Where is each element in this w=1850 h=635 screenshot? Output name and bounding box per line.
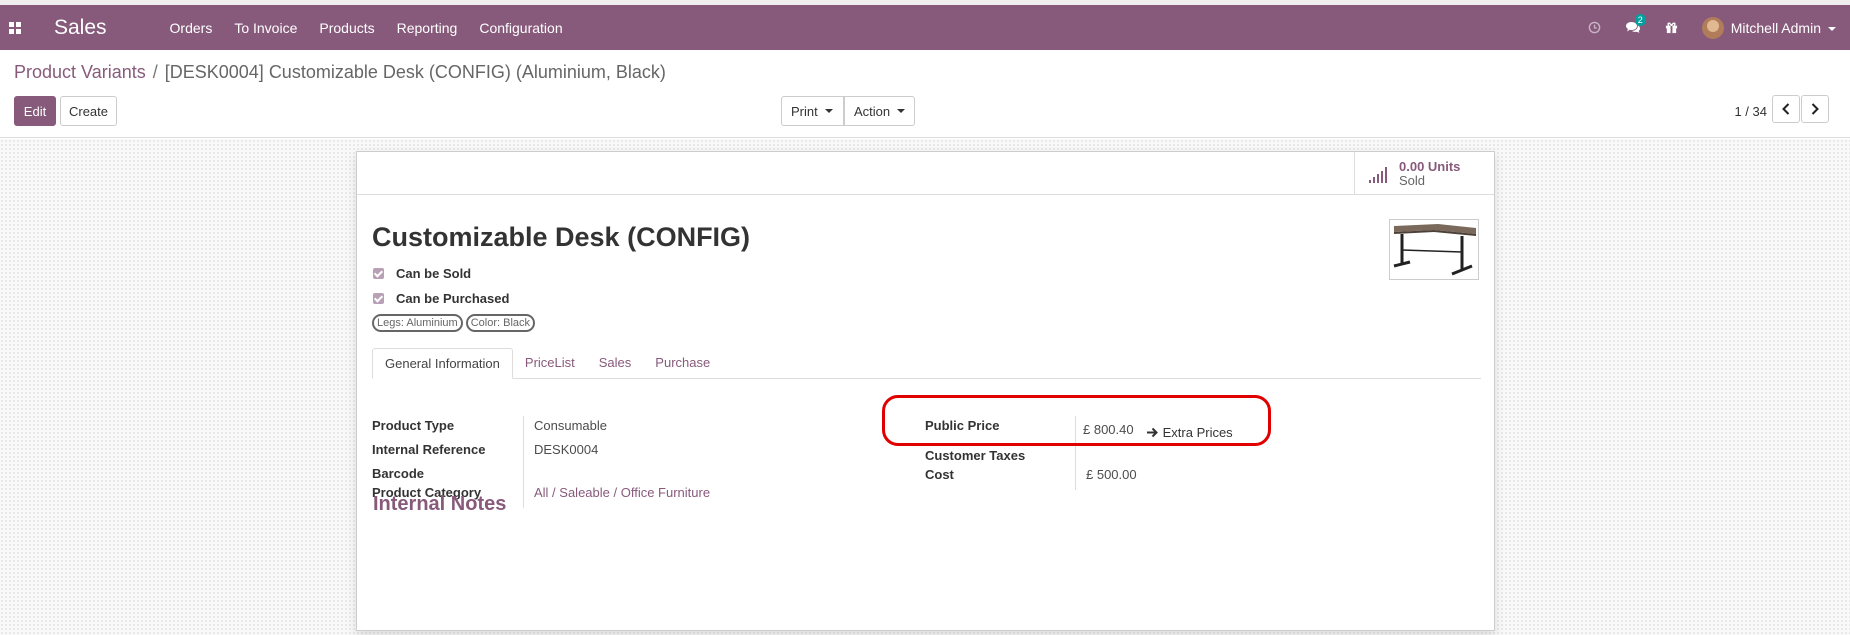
breadcrumb-product-variants[interactable]: Product Variants	[14, 62, 146, 83]
can-be-sold-checkbox-row[interactable]: Can be Sold	[373, 266, 471, 281]
apps-menu-icon[interactable]	[9, 21, 21, 34]
notebook-tabs: General Information PriceList Sales Purc…	[372, 348, 1481, 379]
user-menu[interactable]: Mitchell Admin	[1731, 20, 1836, 36]
tag-legs: Legs: Aluminium	[372, 314, 463, 332]
app-name[interactable]: Sales	[54, 16, 107, 40]
can-be-purchased-checkbox-row[interactable]: Can be Purchased	[373, 291, 509, 306]
cost-value[interactable]: £ 500.00	[1078, 467, 1137, 482]
sold-stat-button[interactable]: 0.00 Units Sold	[1354, 152, 1494, 195]
pager-next-button[interactable]	[1801, 95, 1829, 123]
menu-item-reporting[interactable]: Reporting	[386, 20, 469, 36]
tab-purchase[interactable]: Purchase	[643, 348, 722, 378]
user-name: Mitchell Admin	[1730, 19, 1821, 36]
tag-color: Color: Black	[465, 314, 536, 332]
top-navbar: Sales Orders To Invoice Products Reporti…	[0, 5, 1850, 50]
tab-pricelist[interactable]: PriceList	[513, 348, 587, 378]
field-customer-taxes: Customer Taxes	[925, 448, 1078, 463]
signal-bars-icon	[1369, 165, 1391, 183]
attribute-tags: Legs: Aluminium Color: Black	[372, 314, 536, 332]
print-dropdown[interactable]: Print	[781, 96, 844, 126]
action-dropdown[interactable]: Action	[844, 96, 915, 126]
user-avatar[interactable]	[1701, 16, 1724, 39]
create-button[interactable]: Create	[60, 96, 117, 126]
barcode-label: Barcode	[372, 466, 425, 481]
print-caret-icon	[824, 109, 833, 113]
field-internal-reference: Internal Reference DESK0004	[372, 442, 598, 457]
main-menu: Orders To Invoice Products Reporting Con…	[159, 20, 574, 36]
sold-stat-label: Sold	[1399, 172, 1426, 188]
sold-stat-value: 0.00 Units	[1399, 158, 1461, 174]
can-be-purchased-checkbox[interactable]	[373, 293, 384, 304]
public-price-highlight-annotation	[882, 395, 1271, 446]
product-type-value[interactable]: Consumable	[525, 418, 607, 433]
can-be-sold-checkbox[interactable]	[373, 268, 384, 279]
print-label: Print	[791, 103, 818, 119]
form-sheet: 0.00 Units Sold Customizable Desk (CONFI…	[356, 151, 1495, 631]
activity-clock-icon[interactable]	[1588, 21, 1601, 34]
menu-item-orders[interactable]: Orders	[159, 20, 224, 36]
tab-general-information[interactable]: General Information	[372, 348, 513, 379]
product-title: Customizable Desk (CONFIG)	[372, 222, 751, 252]
chevron-left-icon	[1782, 103, 1790, 115]
field-barcode: Barcode	[372, 466, 534, 481]
breadcrumb: Product Variants / [DESK0004] Customizab…	[14, 62, 666, 83]
pager-value[interactable]: 1 / 34	[1734, 104, 1767, 119]
customer-taxes-label: Customer Taxes	[925, 448, 1026, 463]
breadcrumb-current: [DESK0004] Customizable Desk (CONFIG) (A…	[164, 62, 666, 82]
breadcrumb-separator: /	[152, 62, 158, 82]
edit-button[interactable]: Edit	[14, 96, 56, 126]
control-panel: Product Variants / [DESK0004] Customizab…	[0, 50, 1850, 138]
can-be-purchased-label: Can be Purchased	[396, 291, 510, 306]
field-cost: Cost £ 500.00	[925, 467, 1137, 482]
barcode-value[interactable]	[525, 466, 534, 481]
user-menu-caret-icon	[1828, 26, 1836, 31]
internal-notes-title: Internal Notes	[373, 493, 507, 515]
menu-item-to-invoice[interactable]: To Invoice	[223, 20, 308, 36]
pager-previous-button[interactable]	[1772, 95, 1800, 123]
product-category-link[interactable]: All / Saleable / Office Furniture	[525, 485, 710, 500]
field-product-type: Product Type Consumable	[372, 418, 607, 433]
product-type-label: Product Type	[372, 418, 455, 433]
navbar-systray: 2 Mitchell Admin	[1588, 5, 1836, 50]
button-box: 0.00 Units Sold	[357, 152, 1494, 195]
internal-reference-label: Internal Reference	[372, 442, 486, 457]
gift-icon[interactable]	[1665, 21, 1678, 34]
tab-sales[interactable]: Sales	[587, 348, 644, 378]
chevron-right-icon	[1811, 103, 1819, 115]
cost-label: Cost	[925, 467, 954, 482]
product-image[interactable]	[1389, 219, 1479, 280]
message-count-badge: 2	[1634, 14, 1646, 26]
internal-reference-value[interactable]: DESK0004	[525, 442, 598, 457]
menu-item-products[interactable]: Products	[308, 20, 385, 36]
menu-item-configuration[interactable]: Configuration	[468, 20, 573, 36]
can-be-sold-label: Can be Sold	[396, 266, 472, 281]
messaging-chat-icon[interactable]: 2	[1625, 14, 1646, 34]
action-caret-icon	[897, 109, 906, 113]
action-label: Action	[854, 103, 891, 119]
